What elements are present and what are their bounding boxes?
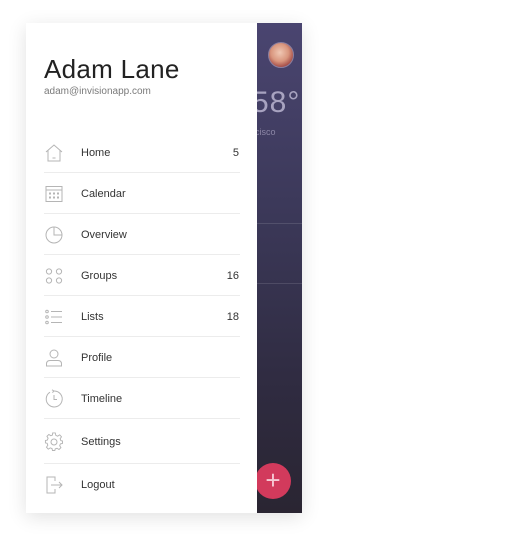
menu-item-label: Groups (81, 269, 118, 282)
menu-item-settings[interactable]: Settings (26, 419, 257, 464)
calendar-icon (44, 184, 64, 204)
menu-item-groups[interactable]: Groups 16 (26, 255, 257, 296)
menu-item-count: 18 (226, 310, 239, 323)
menu-item-label: Timeline (81, 392, 123, 405)
home-icon (44, 143, 64, 163)
menu-list: Home 5 Calendar Overview Groups 16 Lists… (26, 132, 257, 505)
avatar[interactable] (268, 42, 294, 68)
menu-item-label: Overview (81, 228, 127, 241)
user-name: Adam Lane (44, 54, 180, 84)
phone-frame: 58° ncisco + Adam Lane adam@invisionapp.… (26, 23, 302, 513)
user-email: adam@invisionapp.com (44, 86, 151, 97)
temperature-label: 58° (252, 86, 301, 119)
menu-item-home[interactable]: Home 5 (26, 132, 257, 173)
pie-chart-icon (44, 225, 64, 245)
divider (257, 223, 302, 224)
menu-item-label: Lists (81, 310, 104, 323)
navigation-drawer: Adam Lane adam@invisionapp.com Home 5 Ca… (26, 23, 257, 513)
add-button[interactable]: + (255, 463, 291, 499)
menu-item-calendar[interactable]: Calendar (26, 173, 257, 214)
menu-item-label: Logout (81, 478, 115, 491)
menu-item-label: Profile (81, 351, 113, 364)
menu-item-label: Settings (81, 435, 121, 448)
list-icon (44, 307, 64, 327)
menu-item-overview[interactable]: Overview (26, 214, 257, 255)
menu-item-count: 5 (232, 146, 239, 159)
menu-item-label: Home (81, 146, 111, 159)
groups-icon (44, 266, 64, 286)
logout-icon (44, 475, 64, 495)
timeline-icon (44, 388, 64, 409)
menu-item-count: 16 (226, 269, 239, 282)
menu-item-lists[interactable]: Lists 18 (26, 296, 257, 337)
gear-icon (44, 431, 64, 452)
menu-item-timeline[interactable]: Timeline (26, 378, 257, 419)
menu-item-profile[interactable]: Profile (26, 337, 257, 378)
menu-item-label: Calendar (81, 187, 126, 200)
menu-item-logout[interactable]: Logout (26, 464, 257, 505)
divider (257, 283, 302, 284)
user-icon (44, 348, 64, 368)
